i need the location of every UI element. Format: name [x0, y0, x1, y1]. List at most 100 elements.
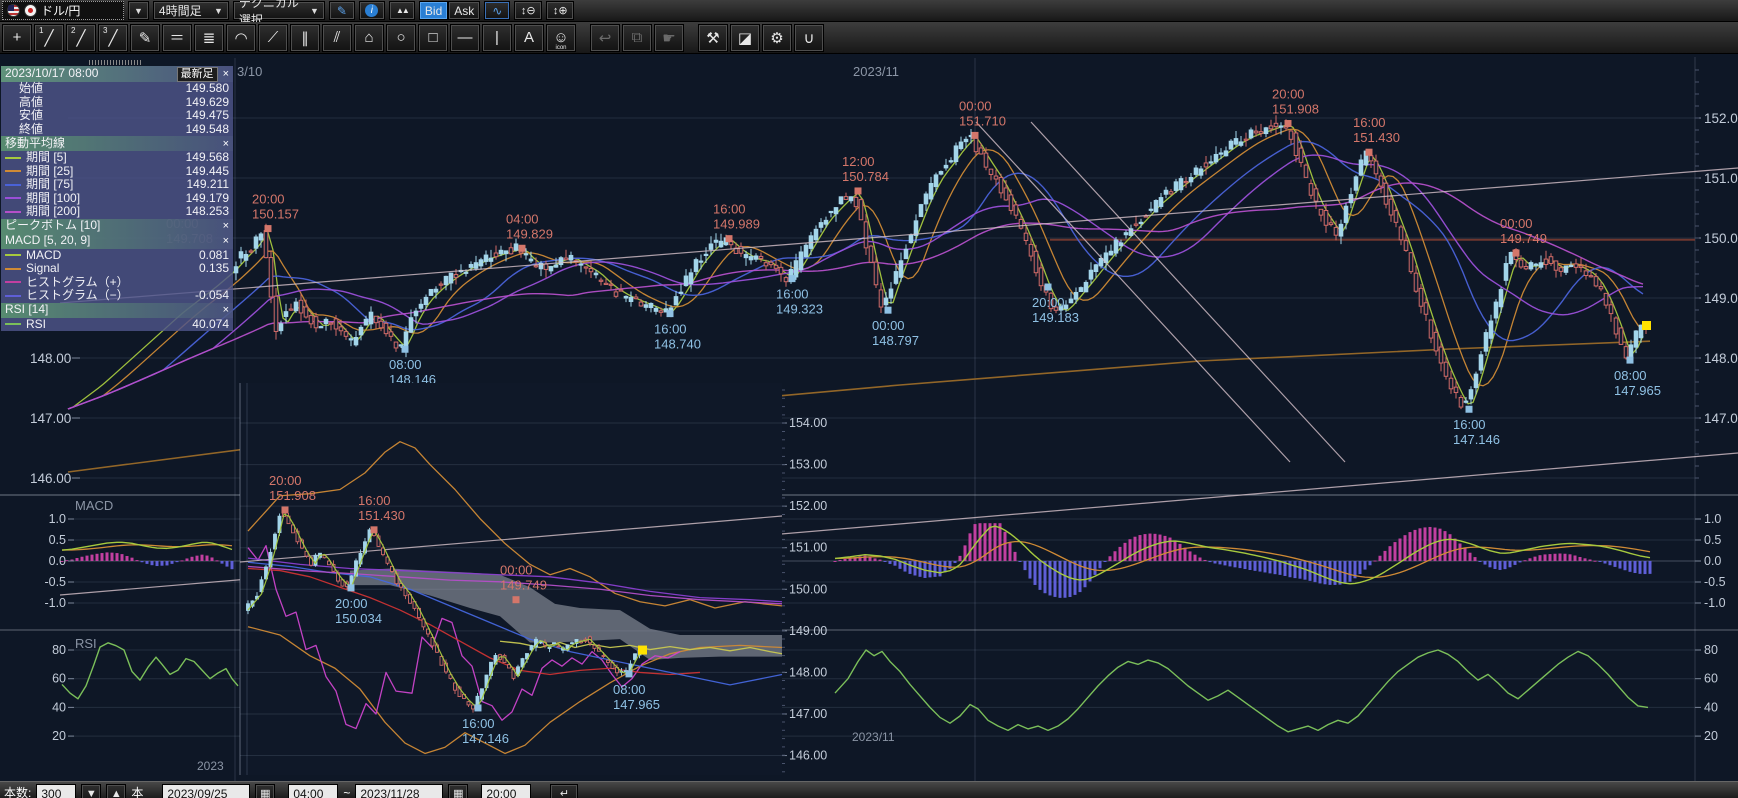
pair-selector[interactable]: ドル/円 [2, 1, 124, 20]
indicator-label: 期間 [25] [26, 165, 186, 179]
macd-histogram-bar [1649, 561, 1652, 574]
indicator-value: 0.081 [199, 249, 229, 263]
macd-histogram-bar [1624, 561, 1627, 570]
inset-chart[interactable]: 20:00151.90816:00151.43000:00149.74920:0… [197, 383, 827, 775]
calendar-from-icon[interactable]: ▦ [255, 784, 275, 798]
pentagon-tool-button[interactable]: ⌂ [354, 24, 384, 52]
indicator-label: 安値 [5, 109, 186, 123]
indicator-label: 終値 [5, 123, 186, 137]
date-from-input[interactable]: 2023/09/25 [162, 784, 250, 798]
copy-tool-button[interactable]: ⧉ [622, 24, 652, 52]
ellipse-tool-button[interactable]: ○ [386, 24, 416, 52]
macd-histogram-bar [909, 561, 912, 574]
trendline2-tool-button[interactable]: ╱2 [66, 24, 96, 52]
trendline3-tool-button[interactable]: ╱3 [98, 24, 128, 52]
technical-selector[interactable]: テクニカル選択 ▼ [233, 1, 325, 20]
macd-histogram-bar [1129, 539, 1132, 561]
calendar-to-icon[interactable]: ▦ [448, 784, 468, 798]
speed-lines-tool-icon: ⫽ [334, 29, 341, 46]
macd-histogram-bar [1609, 561, 1612, 565]
indicator-value: 0.135 [199, 262, 229, 276]
close-icon[interactable]: × [223, 236, 229, 246]
macd-histogram-bar [1639, 561, 1642, 574]
ask-button[interactable]: Ask [448, 1, 480, 20]
macd-histogram-bar [1009, 542, 1012, 561]
apply-range-button[interactable]: ↵ [550, 784, 578, 798]
close-icon[interactable]: × [223, 305, 229, 315]
macd-histogram-bar [1539, 555, 1542, 561]
macd-histogram-bar [1199, 557, 1202, 561]
indicator-data-panel[interactable]: 2023/10/17 08:00 最新足 × 始値149.580高値149.62… [1, 66, 233, 331]
macd-histogram-bar [1219, 561, 1222, 564]
pair-dropdown-button[interactable]: ▼ [128, 1, 149, 20]
settings-list-tool-button[interactable]: ⚙ [762, 24, 792, 52]
time-to-input[interactable]: 20:00 [481, 784, 531, 798]
date-to-input[interactable]: 2023/11/28 [355, 784, 443, 798]
macd-histogram-bar [146, 561, 149, 564]
magnet-tool-button[interactable]: ∪ [794, 24, 824, 52]
bid-button[interactable]: Bid [419, 1, 448, 20]
horizontal-line-tool-button[interactable]: — [450, 24, 480, 52]
macd-histogram-bar [141, 561, 144, 562]
chart-text: 00:00 [500, 563, 533, 578]
gann-fan-tool-button[interactable]: ⟋ [258, 24, 288, 52]
vertical-lines-tool-button[interactable]: ∥ [290, 24, 320, 52]
macd-histogram-bar [1274, 561, 1277, 574]
speed-lines-tool-button[interactable]: ⫽ [322, 24, 352, 52]
zoom-in-button[interactable]: ↕⊕ [546, 1, 574, 20]
ellipse-tool-icon: ○ [396, 29, 405, 46]
macd-histogram-bar [116, 553, 119, 561]
tick-chart-button[interactable]: ∿ [484, 1, 510, 20]
parallel-lines-tool-button[interactable]: ＝ [162, 24, 192, 52]
chart-text: 147.146 [462, 731, 509, 746]
jp-flag-icon [24, 4, 37, 17]
range-toolbar: 本数: 300 ▼ ▲ 本 2023/09/25 ▦ 04:00 ~ 2023/… [0, 781, 1738, 798]
latest-bar-badge[interactable]: 最新足 [177, 67, 218, 82]
timeframe-selector[interactable]: 4時間足 ▼ [153, 1, 229, 20]
multi-lines-tool-button[interactable]: ≣ [194, 24, 224, 52]
vertical-line-tool-button[interactable]: | [482, 24, 512, 52]
zoom-out-button[interactable]: ↕⊖ [514, 1, 542, 20]
macd-histogram-bar [1469, 553, 1472, 561]
close-icon[interactable]: × [223, 69, 229, 79]
macd-histogram-bar [914, 561, 917, 575]
time-from-input[interactable]: 04:00 [288, 784, 338, 798]
ask-label: Ask [454, 4, 474, 18]
history-tool-button[interactable]: ↩ [590, 24, 620, 52]
indicator-row: 期間 [75]149.211 [1, 178, 233, 192]
count-down-button[interactable]: ▼ [81, 784, 101, 798]
macd-histogram-bar [1579, 557, 1582, 561]
crosshair-tool-button[interactable]: + [2, 24, 32, 52]
chart-text: 149.749 [500, 578, 547, 593]
macd-histogram-bar [1479, 561, 1482, 562]
count-up-button[interactable]: ▲ [106, 784, 126, 798]
close-icon[interactable]: × [223, 139, 229, 149]
indicator-label: 期間 [100] [26, 192, 186, 206]
series-color-swatch [5, 211, 21, 213]
macd-histogram-bar [1594, 561, 1597, 562]
pen-tool-button[interactable]: ✎ [130, 24, 160, 52]
trendline1-tool-button[interactable]: ╱1 [34, 24, 64, 52]
draw-mode-button[interactable]: ✎ [329, 1, 355, 20]
icon-stamp-tool-button[interactable]: ☺icon [546, 24, 576, 52]
chart-canvas[interactable]: 00:00149.70820:00150.15704:00149.82916:0… [0, 0, 1738, 798]
text-tool-button[interactable]: A [514, 24, 544, 52]
macd-histogram-bar [1239, 561, 1242, 568]
macd-histogram-bar [1524, 560, 1527, 561]
eraser-tool-button[interactable]: ◪ [730, 24, 760, 52]
panel-drag-handle[interactable] [89, 60, 141, 65]
chart-text: 1.0 [49, 512, 66, 526]
macd-histogram-bar [1324, 561, 1327, 584]
close-icon[interactable]: × [223, 221, 229, 231]
area-chart-button[interactable]: ▲▲ [389, 1, 415, 20]
info-button[interactable]: i [359, 1, 385, 20]
rectangle-tool-button[interactable]: □ [418, 24, 448, 52]
count-input[interactable]: 300 [36, 784, 76, 798]
fan-arc-tool-button[interactable]: ◠ [226, 24, 256, 52]
macd-histogram-bar [1249, 561, 1252, 570]
hand-tool-button[interactable]: ☛ [654, 24, 684, 52]
wrench-tool-button[interactable]: ⚒ [698, 24, 728, 52]
chart-text: 80 [1704, 643, 1718, 657]
indicator-row: 始値149.580 [1, 82, 233, 96]
chart-text: 20 [52, 729, 66, 743]
